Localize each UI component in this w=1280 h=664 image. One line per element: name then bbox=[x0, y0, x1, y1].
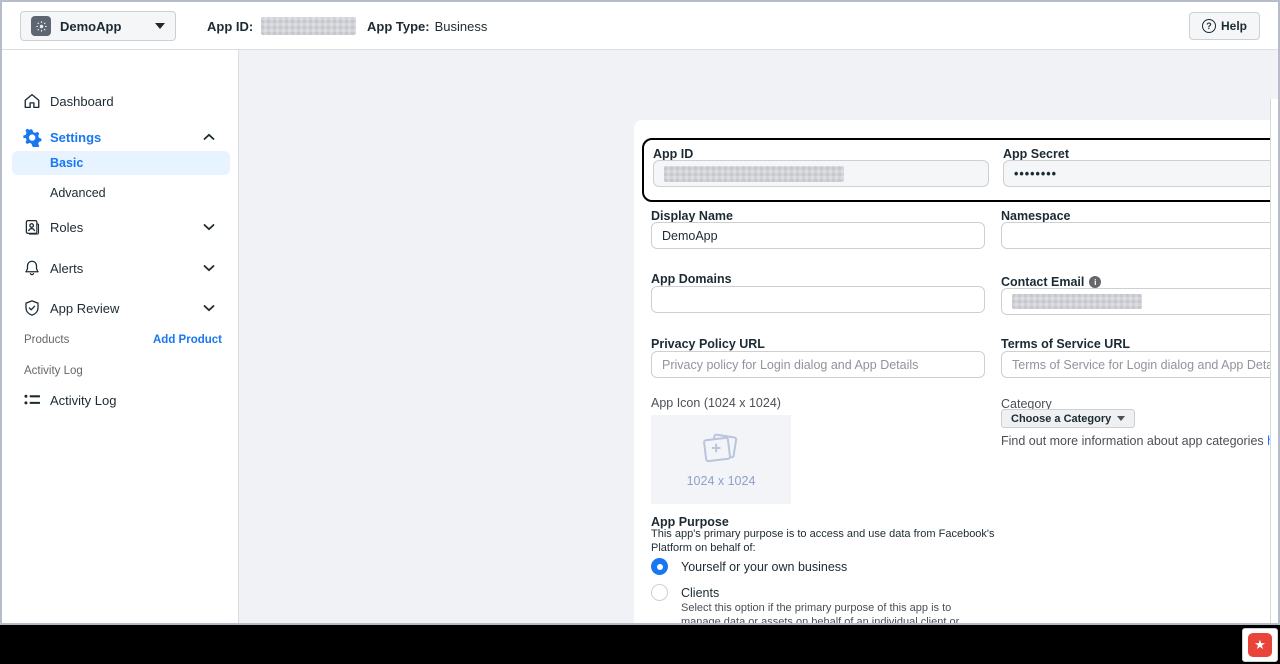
info-icon: i bbox=[1089, 276, 1101, 288]
app-icon-upload[interactable]: 1024 x 1024 bbox=[651, 415, 791, 504]
contact-email-input[interactable] bbox=[1001, 288, 1280, 315]
radio-selected-icon[interactable] bbox=[651, 558, 668, 575]
app-domains-label: App Domains bbox=[651, 272, 732, 286]
bell-icon bbox=[22, 258, 42, 278]
app-type-label: App Type: bbox=[367, 19, 430, 34]
app-id-redacted-value bbox=[261, 17, 356, 35]
terms-of-service-input[interactable] bbox=[1001, 351, 1280, 378]
app-credentials-box: App ID App Secret •••••••• Show bbox=[642, 138, 1280, 202]
photos-icon bbox=[700, 432, 742, 468]
chevron-down-icon bbox=[203, 304, 215, 312]
main-area: App ID App Secret •••••••• Show Display … bbox=[239, 50, 1278, 623]
shield-check-icon bbox=[22, 298, 42, 318]
sidebar-item-label: Activity Log bbox=[50, 393, 116, 408]
app-secret-field-label: App Secret bbox=[1003, 147, 1069, 161]
sidebar-item-alerts[interactable]: Alerts bbox=[2, 254, 239, 282]
purpose-option-label: Clients bbox=[681, 586, 719, 600]
clients-option-description: Select this option if the primary purpos… bbox=[681, 601, 991, 625]
namespace-label: Namespace bbox=[1001, 209, 1071, 223]
basic-settings-card: App ID App Secret •••••••• Show Display … bbox=[634, 120, 1280, 625]
app-selector-label: DemoApp bbox=[60, 19, 155, 34]
choose-category-label: Choose a Category bbox=[1011, 413, 1111, 425]
sidebar-item-activity-log[interactable]: Activity Log bbox=[2, 386, 239, 414]
app-purpose-description: This app's primary purpose is to access … bbox=[651, 528, 996, 556]
top-header: DemoApp App ID: App Type: Business ? Hel… bbox=[2, 2, 1278, 50]
list-icon bbox=[22, 390, 42, 410]
display-name-label: Display Name bbox=[651, 209, 733, 223]
app-type-value: Business bbox=[435, 19, 488, 34]
help-button[interactable]: ? Help bbox=[1189, 12, 1260, 40]
chevron-down-icon bbox=[203, 264, 215, 272]
home-icon bbox=[22, 91, 42, 111]
app-id-input bbox=[653, 160, 989, 187]
app-secret-input: •••••••• bbox=[1003, 160, 1279, 187]
extension-badge[interactable]: ★ bbox=[1242, 628, 1278, 662]
purpose-option-clients[interactable]: Clients bbox=[651, 584, 719, 601]
privacy-policy-input[interactable] bbox=[651, 351, 985, 378]
chevron-down-icon bbox=[155, 23, 165, 29]
sidebar-item-label: Settings bbox=[50, 130, 101, 145]
sidebar-subitem-label: Advanced bbox=[50, 186, 106, 200]
header-app-type: App Type: Business bbox=[367, 2, 487, 50]
sidebar-item-dashboard[interactable]: Dashboard bbox=[2, 87, 239, 115]
sidebar-item-label: Alerts bbox=[50, 261, 83, 276]
gear-icon bbox=[22, 127, 42, 147]
sidebar-subitem-basic[interactable]: Basic bbox=[12, 151, 230, 175]
add-product-link[interactable]: Add Product bbox=[153, 334, 222, 346]
header-app-id: App ID: bbox=[207, 2, 356, 50]
sidebar-item-app-review[interactable]: App Review bbox=[2, 294, 239, 322]
contact-email-redacted bbox=[1012, 294, 1142, 309]
app-id-field-label: App ID bbox=[653, 147, 693, 161]
app-icon-label: App Icon (1024 x 1024) bbox=[651, 396, 781, 410]
help-icon: ? bbox=[1202, 19, 1216, 33]
app-domains-input[interactable] bbox=[651, 286, 985, 313]
sidebar-item-label: Roles bbox=[50, 220, 83, 235]
choose-category-dropdown[interactable]: Choose a Category bbox=[1001, 409, 1135, 428]
sidebar-item-roles[interactable]: Roles bbox=[2, 213, 239, 241]
star-icon: ★ bbox=[1248, 633, 1272, 657]
browser-viewport: DemoApp App ID: App Type: Business ? Hel… bbox=[0, 0, 1280, 625]
sidebar-item-label: App Review bbox=[50, 301, 119, 316]
app-id-redacted bbox=[664, 166, 844, 182]
chevron-down-icon bbox=[1117, 416, 1125, 421]
sidebar-item-label: Dashboard bbox=[50, 94, 114, 109]
sidebar-subitem-label: Basic bbox=[50, 156, 83, 170]
app-avatar-icon bbox=[31, 16, 51, 36]
app-icon-dimensions: 1024 x 1024 bbox=[687, 474, 756, 488]
contact-email-label: Contact Email bbox=[1001, 275, 1084, 289]
terms-of-service-label: Terms of Service URL bbox=[1001, 337, 1130, 351]
app-selector-dropdown[interactable]: DemoApp bbox=[20, 11, 176, 41]
app-id-label: App ID: bbox=[207, 19, 253, 34]
category-help-text: Find out more information about app cate… bbox=[1001, 434, 1280, 448]
activity-log-section-label: Activity Log bbox=[24, 365, 83, 377]
purpose-option-yourself[interactable]: Yourself or your own business bbox=[651, 558, 847, 575]
privacy-policy-label: Privacy Policy URL bbox=[651, 337, 765, 351]
scrollbar-track[interactable] bbox=[1270, 99, 1278, 623]
sidebar-subitem-advanced[interactable]: Advanced bbox=[12, 181, 230, 205]
sidebar-item-settings[interactable]: Settings bbox=[2, 123, 239, 151]
radio-unselected-icon[interactable] bbox=[651, 584, 668, 601]
help-button-label: Help bbox=[1221, 19, 1247, 33]
chevron-down-icon bbox=[203, 223, 215, 231]
sidebar: Dashboard Settings Basic Advanced bbox=[2, 50, 239, 623]
display-name-input[interactable] bbox=[651, 222, 985, 249]
roles-badge-icon bbox=[22, 217, 42, 237]
namespace-input[interactable] bbox=[1001, 222, 1280, 249]
purpose-option-label: Yourself or your own business bbox=[681, 560, 847, 574]
app-purpose-label: App Purpose bbox=[651, 515, 729, 529]
products-section-label: Products bbox=[24, 334, 69, 346]
chevron-up-icon bbox=[203, 133, 215, 141]
